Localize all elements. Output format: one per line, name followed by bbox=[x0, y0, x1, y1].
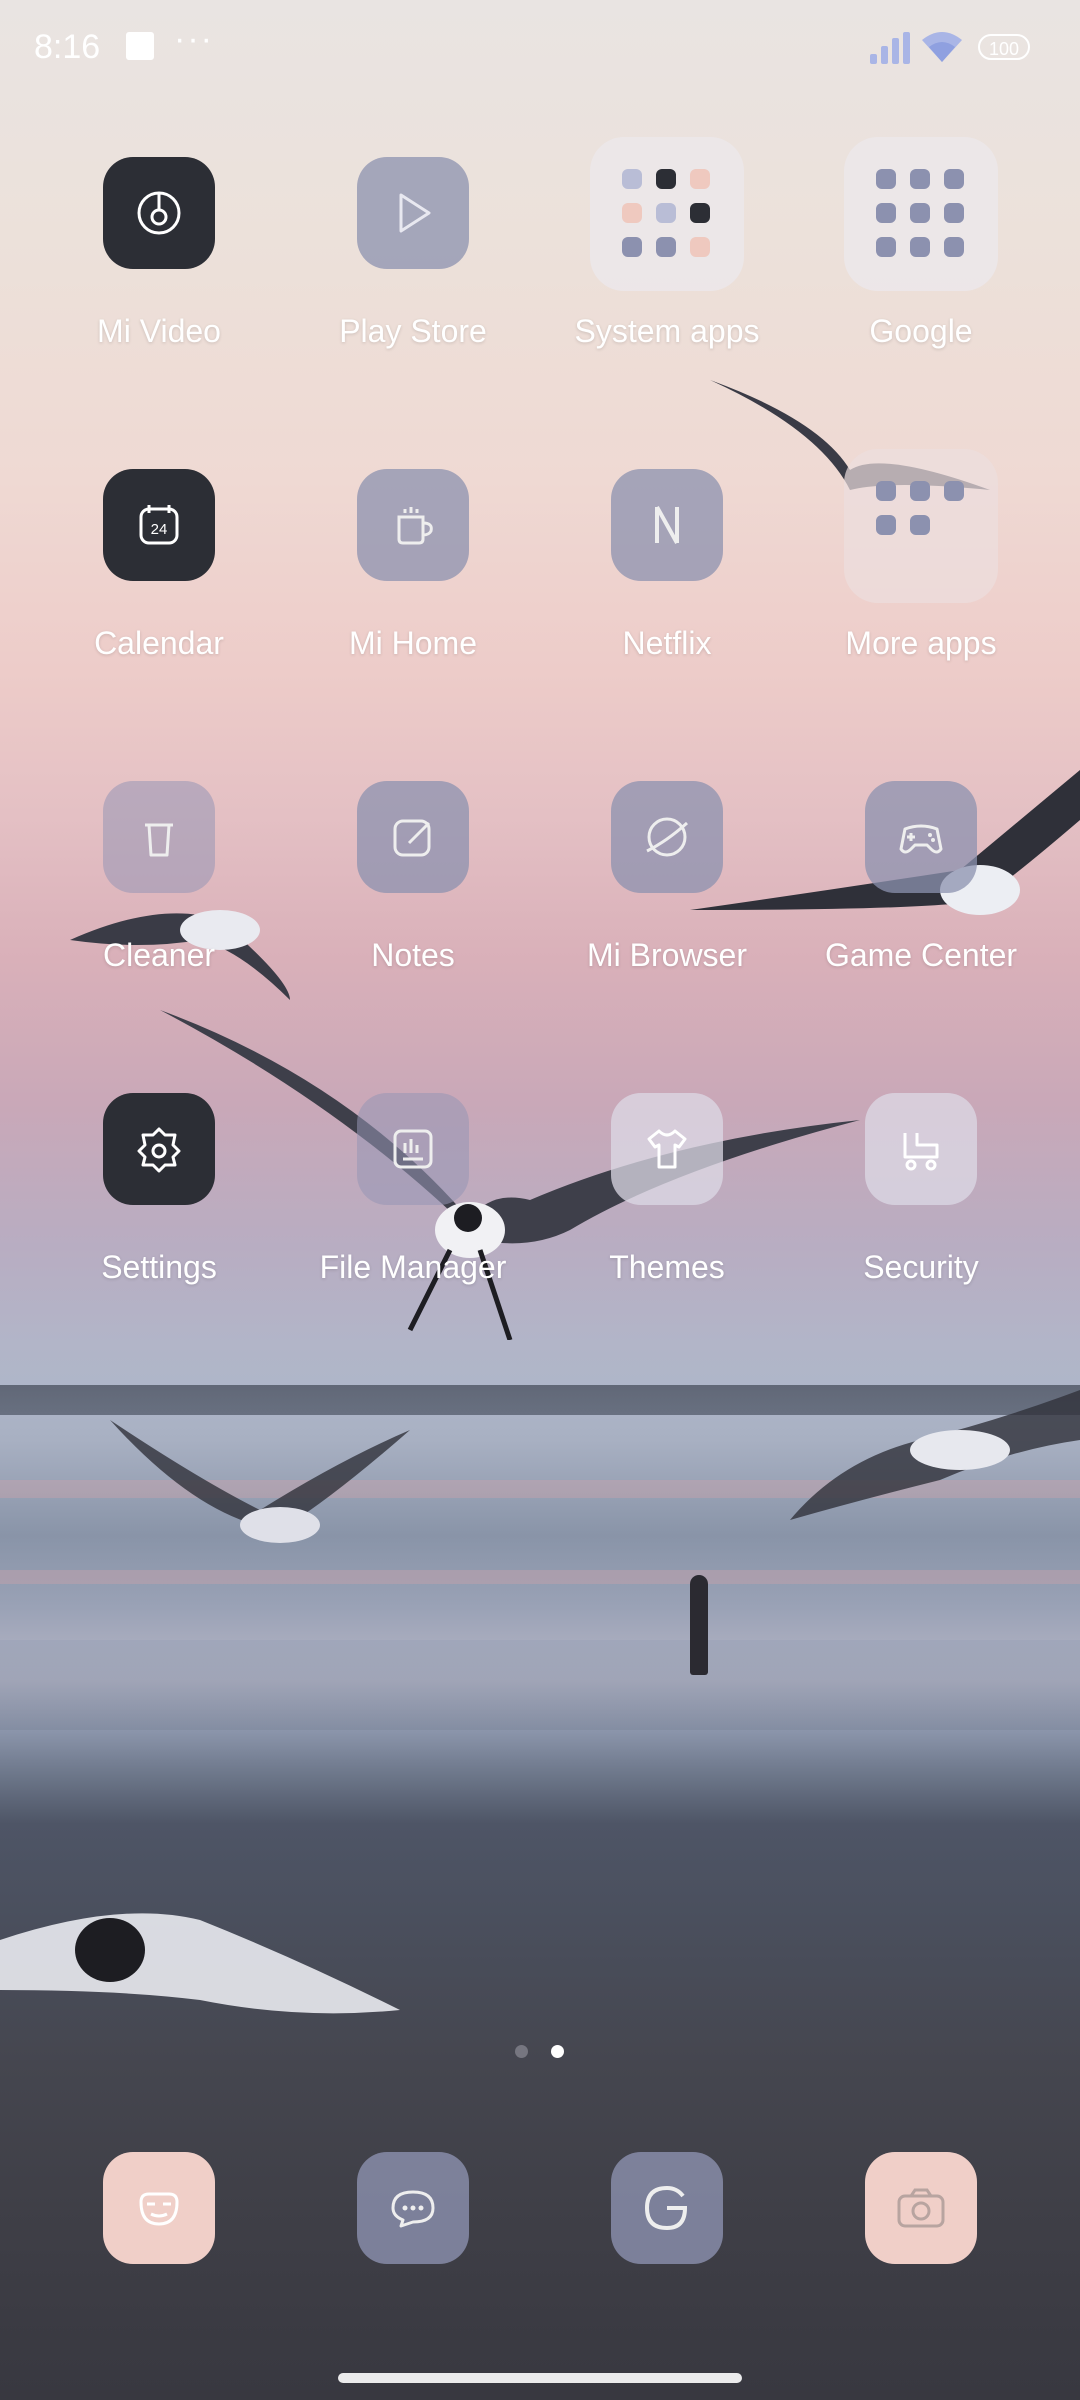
camera-icon bbox=[897, 2188, 945, 2228]
status-time: 8:16 bbox=[34, 28, 101, 66]
dock-contacts[interactable] bbox=[103, 2152, 215, 2264]
system-apps-folder-icon bbox=[590, 137, 744, 291]
app-label: Mi Video bbox=[97, 313, 221, 349]
trash-icon bbox=[103, 781, 215, 893]
app-security[interactable]: Security bbox=[794, 1093, 1048, 1313]
dock-messages[interactable] bbox=[357, 2152, 469, 2264]
app-calendar[interactable]: 24 Calendar bbox=[32, 469, 286, 689]
app-label: Settings bbox=[101, 1249, 217, 1285]
app-label: Google bbox=[869, 313, 973, 349]
mi-home-icon bbox=[357, 469, 469, 581]
app-mi-home[interactable]: Mi Home bbox=[286, 469, 540, 689]
app-label: Mi Browser bbox=[586, 937, 747, 973]
page-indicator-dot[interactable] bbox=[515, 2045, 528, 2058]
app-settings[interactable]: Settings bbox=[32, 1093, 286, 1313]
dock-google-search[interactable] bbox=[611, 2152, 723, 2264]
app-file-manager[interactable]: File Manager bbox=[286, 1093, 540, 1313]
status-bar: 8:16 ··· 100 bbox=[0, 0, 1080, 100]
more-notifications-icon: ··· bbox=[174, 20, 214, 58]
person-silhouette bbox=[690, 1575, 708, 1675]
app-label: System apps bbox=[574, 313, 760, 349]
seagull bbox=[0, 1913, 400, 2014]
netflix-icon bbox=[611, 469, 723, 581]
wifi-icon bbox=[922, 32, 962, 62]
app-notes[interactable]: Notes bbox=[286, 781, 540, 1001]
folder-system-apps[interactable]: System apps bbox=[540, 137, 794, 377]
app-label: Play Store bbox=[339, 313, 487, 349]
google-folder-icon bbox=[844, 137, 998, 291]
home-gesture-bar[interactable] bbox=[338, 2373, 742, 2383]
app-label: Themes bbox=[609, 1249, 725, 1285]
play-store-icon bbox=[357, 157, 469, 269]
app-label: Calendar bbox=[94, 625, 224, 661]
app-label: Notes bbox=[371, 937, 455, 973]
signal-icon bbox=[870, 32, 912, 64]
tshirt-icon bbox=[611, 1093, 723, 1205]
folder-google[interactable]: Google bbox=[794, 137, 1048, 377]
app-label: Game Center bbox=[824, 937, 1018, 973]
app-themes[interactable]: Themes bbox=[540, 1093, 794, 1313]
app-label: Security bbox=[863, 1249, 979, 1285]
seagull bbox=[790, 1390, 1080, 1520]
file-manager-icon bbox=[357, 1093, 469, 1205]
notes-icon bbox=[357, 781, 469, 893]
svg-text:24: 24 bbox=[151, 521, 168, 538]
app-label: Mi Home bbox=[348, 625, 477, 661]
message-bubble-icon bbox=[391, 2190, 435, 2228]
surf-band bbox=[0, 1640, 1080, 1730]
app-label: Netflix bbox=[622, 625, 712, 661]
gamepad-icon bbox=[865, 781, 977, 893]
app-label: More apps bbox=[845, 625, 997, 661]
app-netflix[interactable]: Netflix bbox=[540, 469, 794, 689]
dock-camera[interactable] bbox=[865, 2152, 977, 2264]
notification-square-icon bbox=[126, 32, 154, 60]
gear-icon bbox=[103, 1093, 215, 1205]
battery-icon: 100 bbox=[978, 34, 1030, 60]
contacts-face-icon bbox=[139, 2192, 179, 2226]
security-icon bbox=[865, 1093, 977, 1205]
calendar-icon: 24 bbox=[103, 469, 215, 581]
folder-more-apps[interactable]: More apps bbox=[794, 449, 1048, 689]
browser-globe-icon bbox=[611, 781, 723, 893]
app-mi-video[interactable]: Mi Video bbox=[32, 157, 286, 377]
mi-video-icon bbox=[103, 157, 215, 269]
app-cleaner[interactable]: Cleaner bbox=[32, 781, 286, 1001]
more-apps-folder-icon bbox=[844, 449, 998, 603]
page-indicator-dot-active[interactable] bbox=[551, 2045, 564, 2058]
seagull bbox=[110, 1420, 410, 1543]
app-game-center[interactable]: Game Center bbox=[794, 781, 1048, 1001]
app-label: File Manager bbox=[319, 1249, 507, 1285]
app-label: Cleaner bbox=[102, 937, 216, 973]
water-reflection bbox=[0, 1570, 1080, 1584]
google-g-icon bbox=[644, 2185, 688, 2231]
app-play-store[interactable]: Play Store bbox=[286, 157, 540, 377]
app-mi-browser[interactable]: Mi Browser bbox=[540, 781, 794, 1001]
